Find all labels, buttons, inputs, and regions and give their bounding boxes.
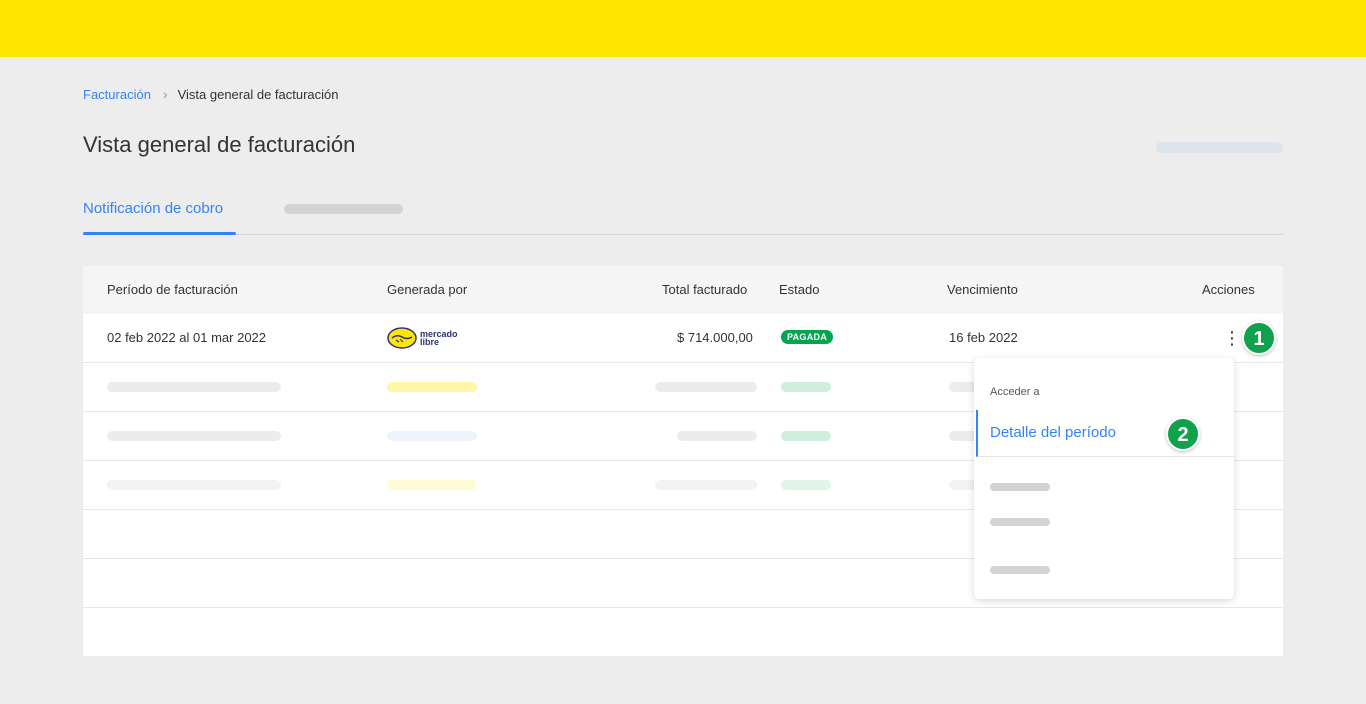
table-header: Período de facturación Generada por Tota… — [83, 266, 1283, 314]
tab-placeholder[interactable] — [284, 204, 403, 214]
logo-text-line2: libre — [420, 337, 440, 347]
placeholder-logo — [387, 431, 477, 441]
header-periodo: Período de facturación — [107, 282, 238, 297]
placeholder-period — [107, 382, 281, 392]
header-action-placeholder — [1156, 142, 1283, 153]
placeholder-status — [781, 480, 831, 490]
status-badge: PAGADA — [781, 330, 834, 344]
cell-due-date: 16 feb 2022 — [949, 330, 1018, 345]
menu-item-label: Detalle del período — [990, 424, 1116, 441]
step-marker-1: 1 — [1242, 321, 1276, 355]
header-generada-por: Generada por — [387, 282, 468, 297]
header-acciones: Acciones — [1202, 282, 1255, 297]
table-row: 02 feb 2022 al 01 mar 2022 mercado libre… — [83, 314, 1283, 363]
handshake-icon — [387, 327, 417, 349]
page-title: Vista general de facturación — [83, 132, 356, 157]
cell-total: $ 714.000,00 — [677, 330, 753, 345]
tab-notificacion-de-cobro[interactable]: Notificación de cobro — [83, 200, 223, 233]
breadcrumb-link-facturacion[interactable]: Facturación — [83, 87, 151, 102]
more-vertical-icon[interactable]: ⋮ — [1223, 326, 1241, 350]
header-vencimiento: Vencimiento — [947, 282, 1018, 297]
placeholder-status — [781, 431, 831, 441]
header-estado: Estado — [779, 282, 820, 297]
breadcrumb: Facturación › Vista general de facturaci… — [83, 86, 339, 102]
header-total-facturado: Total facturado — [662, 282, 748, 297]
menu-item-placeholder[interactable] — [990, 566, 1050, 574]
breadcrumb-current: Vista general de facturación — [177, 86, 339, 102]
tab-label: Notificación de cobro — [83, 200, 224, 217]
placeholder-logo — [387, 480, 477, 490]
placeholder-total — [655, 382, 757, 392]
top-header-bar — [0, 0, 1366, 57]
placeholder-status — [781, 382, 831, 392]
chevron-right-icon: › — [162, 86, 168, 102]
table-row — [83, 608, 1283, 656]
step-marker-2: 2 — [1166, 417, 1200, 451]
menu-heading: Acceder a — [990, 386, 1040, 398]
placeholder-total — [655, 480, 757, 490]
placeholder-period — [107, 480, 281, 490]
menu-item-placeholder[interactable] — [990, 518, 1050, 526]
cell-period: 02 feb 2022 al 01 mar 2022 — [107, 330, 267, 345]
actions-dropdown-menu: Acceder a Detalle del período — [974, 358, 1236, 599]
menu-item-placeholder[interactable] — [990, 483, 1050, 491]
placeholder-logo — [387, 382, 477, 392]
mercado-libre-logo: mercado libre — [387, 327, 458, 349]
placeholder-total — [677, 431, 757, 441]
tabs: Notificación de cobro — [83, 190, 1283, 235]
tab-active-indicator — [83, 232, 236, 235]
placeholder-period — [107, 431, 281, 441]
